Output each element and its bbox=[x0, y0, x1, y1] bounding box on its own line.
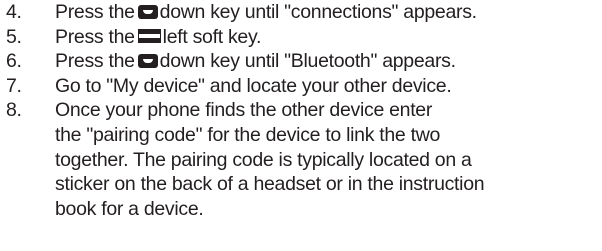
step-text: Press the left soft key. bbox=[55, 25, 261, 50]
step-text-line: together. The pairing code is typically … bbox=[55, 148, 472, 171]
step-number: 5. bbox=[6, 25, 22, 48]
step-text-line: book for a device. bbox=[55, 197, 204, 220]
step-text-line: Once your phone finds the other device e… bbox=[55, 99, 433, 122]
step-text-after: down key until "connections" appears. bbox=[159, 1, 477, 23]
step-text: Once your phone finds the other device e… bbox=[55, 98, 485, 221]
step-text-line: the "pairing code" for the device to lin… bbox=[55, 123, 441, 146]
step-text: Press the down key until "Bluetooth" appe… bbox=[55, 49, 456, 74]
down-key-icon bbox=[137, 4, 158, 19]
step-text-before: Press the bbox=[55, 25, 135, 48]
step-text: Go to "My device" and locate your other … bbox=[55, 74, 452, 97]
instruction-page: 4. Press the down key until "connections"… bbox=[0, 0, 602, 251]
step-text: Press the down key until "connections" ap… bbox=[55, 0, 477, 25]
step-text-before: Press the bbox=[55, 50, 135, 73]
step-number: 4. bbox=[6, 1, 22, 23]
step-text-line: sticker on the back of a headset or in t… bbox=[55, 173, 485, 196]
step-number: 8. bbox=[6, 99, 22, 122]
left-soft-key-icon bbox=[137, 29, 161, 44]
step-number: 6. bbox=[6, 50, 22, 73]
step-text-before: Press the bbox=[55, 1, 135, 23]
step-text-after: down key until "Bluetooth" appears. bbox=[159, 50, 456, 73]
step-text-after: left soft key. bbox=[162, 25, 262, 48]
step-number: 7. bbox=[6, 74, 22, 97]
down-key-icon bbox=[137, 54, 158, 69]
